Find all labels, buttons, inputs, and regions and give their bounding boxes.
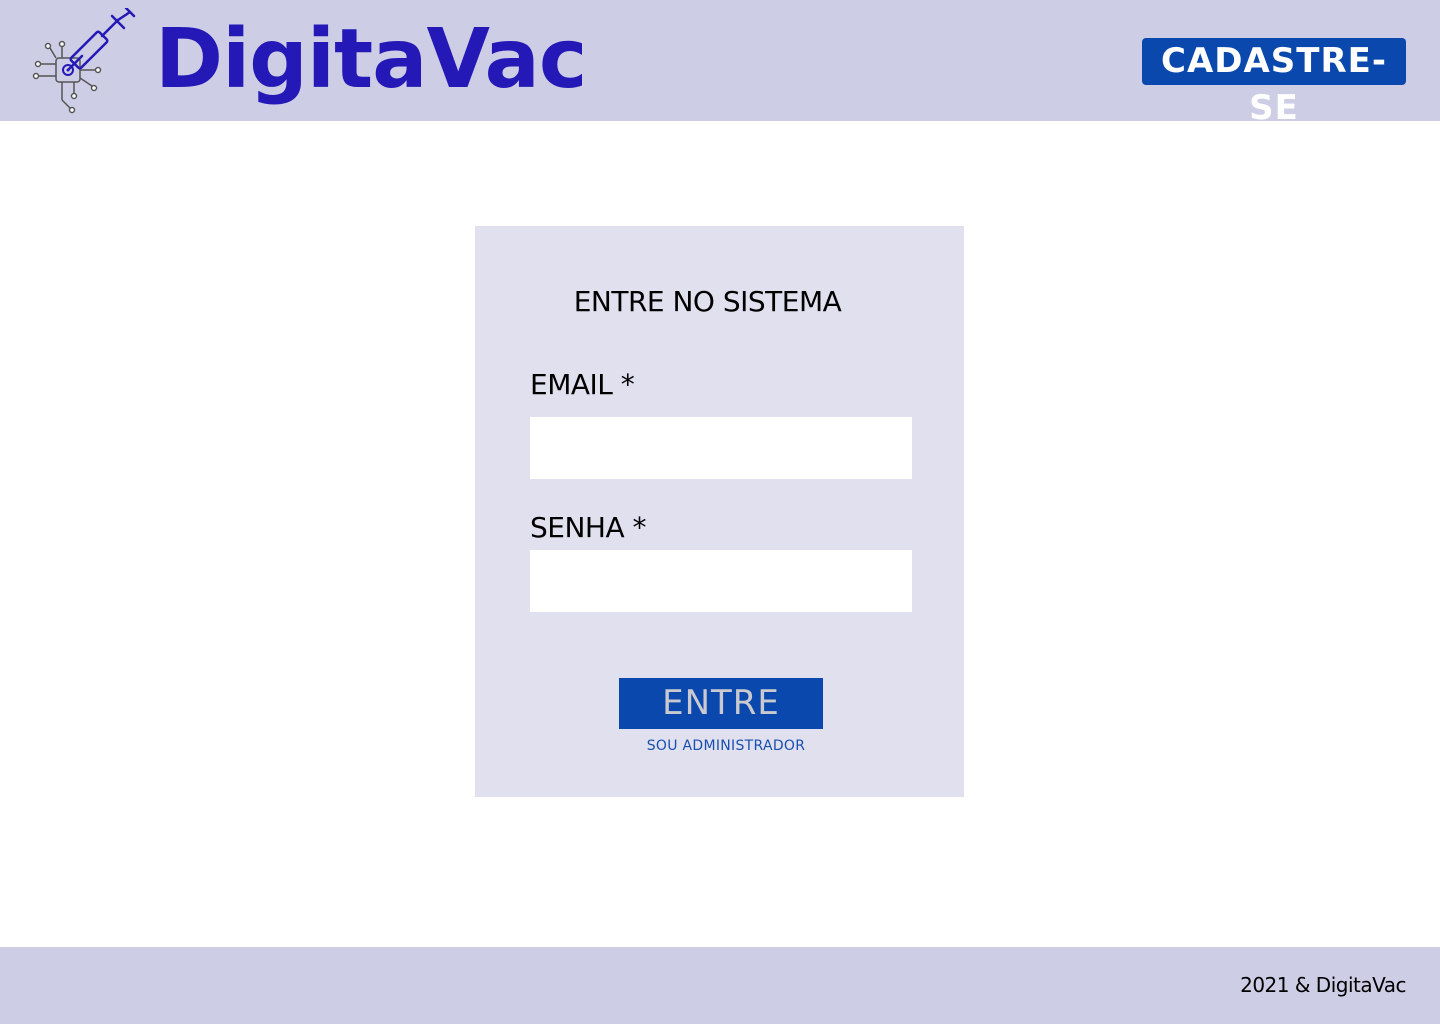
- syringe-circuit-icon: [30, 6, 140, 116]
- password-field[interactable]: [530, 550, 912, 612]
- email-field[interactable]: [530, 417, 912, 479]
- login-title: ENTRE NO SISTEMA: [573, 285, 842, 318]
- login-button[interactable]: ENTRE: [619, 678, 823, 729]
- register-button[interactable]: CADASTRE-SE: [1142, 38, 1406, 128]
- login-card: ENTRE NO SISTEMA EMAIL * SENHA * ENTRE S…: [475, 226, 964, 797]
- brand-name: DigitaVac: [155, 12, 587, 107]
- footer: 2021 & DigitaVac: [0, 947, 1440, 1024]
- email-label: EMAIL *: [530, 368, 635, 401]
- admin-link[interactable]: SOU ADMINISTRADOR: [619, 736, 833, 756]
- header: DigitaVac CADASTRE-SE: [0, 0, 1440, 128]
- footer-copyright: 2021 & DigitaVac: [1240, 973, 1406, 997]
- password-label: SENHA *: [530, 511, 647, 544]
